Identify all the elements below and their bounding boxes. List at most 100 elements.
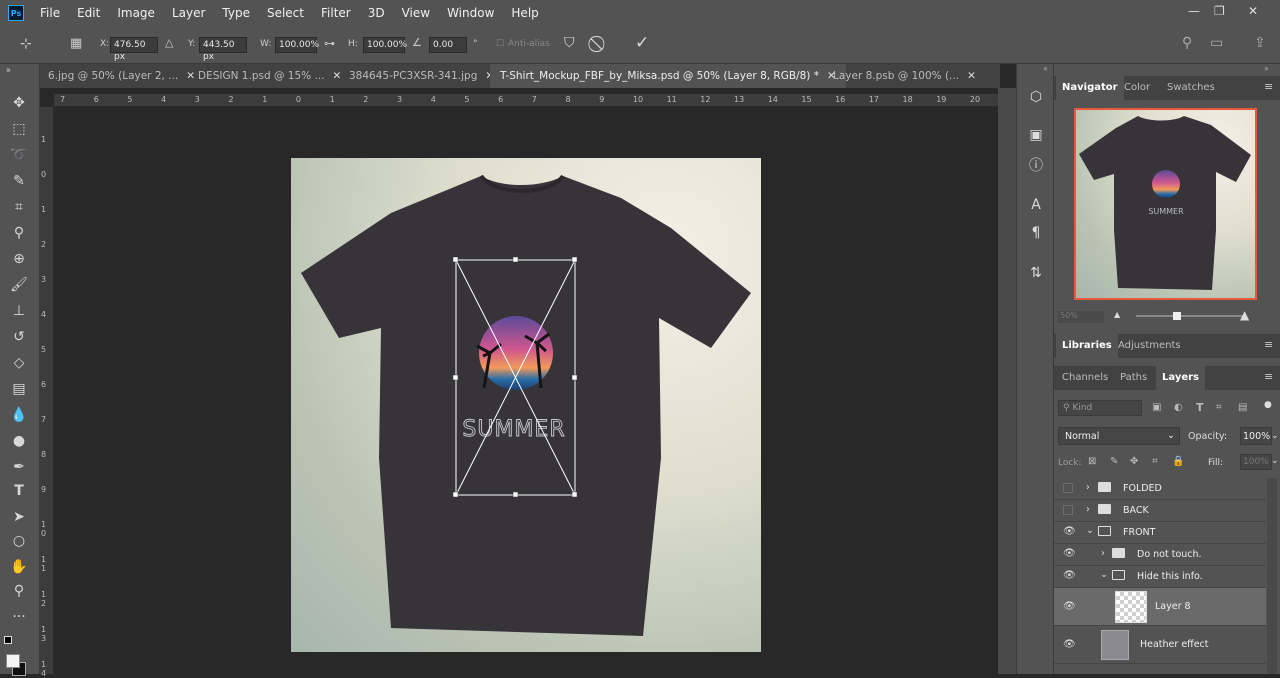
layer-filter-kind[interactable]: ⚲ Kind — [1058, 400, 1142, 416]
lock-position-icon[interactable]: ✥ — [1130, 456, 1138, 467]
tab-adjustments[interactable]: Adjustments — [1112, 334, 1187, 358]
layer-row-heather-effect[interactable]: 👁 Heather effect — [1054, 626, 1266, 664]
path-select-tool-icon[interactable]: ➤ — [8, 506, 30, 528]
commit-transform-icon[interactable]: ✓ — [635, 33, 649, 53]
tab-paths[interactable]: Paths — [1114, 366, 1153, 390]
angle-field[interactable]: 0.00 — [429, 37, 467, 53]
navigator-thumbnail[interactable]: SUMMER — [1074, 108, 1257, 300]
zoom-out-icon[interactable]: ▲ — [1114, 310, 1120, 319]
reference-point-icon[interactable]: ▦ — [70, 36, 82, 51]
eye-icon[interactable]: 👁 — [1063, 639, 1076, 651]
delta-icon[interactable]: △ — [165, 36, 173, 49]
hand-tool-icon[interactable]: ✋ — [8, 556, 30, 578]
blur-tool-icon[interactable]: 💧 — [8, 404, 30, 426]
navigator-zoom-field[interactable]: 50% — [1058, 311, 1104, 323]
tab-384645[interactable]: 384645-PC3XSR-341.jpg✕ — [349, 64, 494, 88]
default-colors-icon[interactable] — [4, 636, 12, 644]
zoom-tool-icon[interactable]: ⚲ — [8, 580, 30, 602]
menu-image[interactable]: Image — [117, 6, 155, 20]
minimize-icon[interactable]: — — [1188, 4, 1200, 18]
lasso-tool-icon[interactable]: ➰ — [8, 144, 30, 166]
history-icon[interactable]: ▣ — [1027, 126, 1045, 144]
menu-layer[interactable]: Layer — [172, 6, 205, 20]
healing-tool-icon[interactable]: ⊕ — [8, 248, 30, 270]
layer-row-front[interactable]: 👁 ⌄ FRONT — [1054, 522, 1266, 544]
ellipse-tool-icon[interactable]: ○ — [8, 530, 30, 552]
libraries-menu-icon[interactable]: ≡ — [1264, 338, 1273, 351]
search-icon[interactable]: ⚲ — [1182, 35, 1192, 51]
info-icon[interactable]: ⓘ — [1027, 156, 1045, 174]
filter-shape-icon[interactable]: ⌗ — [1216, 402, 1222, 413]
height-field[interactable]: 100.00% — [363, 37, 407, 53]
foreground-color-swatch[interactable] — [6, 654, 20, 668]
stamp-tool-icon[interactable]: ⊥ — [8, 300, 30, 322]
layer-row-folded[interactable]: › FOLDED — [1054, 478, 1266, 500]
restore-icon[interactable]: ❐ — [1214, 4, 1225, 18]
fill-field[interactable]: 100% — [1240, 454, 1272, 470]
close-icon[interactable]: ✕ — [1248, 4, 1258, 18]
opacity-chevron-icon[interactable]: ⌄ — [1271, 431, 1279, 441]
strip-collapse-icon[interactable]: « — [1043, 64, 1048, 73]
eye-icon[interactable]: 👁 — [1063, 570, 1076, 582]
layer-row-do-not-touch[interactable]: 👁 › Do not touch. — [1054, 544, 1266, 566]
tab-navigator[interactable]: Navigator — [1056, 76, 1124, 100]
document-canvas[interactable]: SUMMER — [291, 158, 761, 652]
layer-row-hide-this-info[interactable]: 👁 ⌄ Hide this info. — [1054, 566, 1266, 588]
tab-swatches[interactable]: Swatches — [1161, 76, 1221, 100]
tab-layers[interactable]: Layers — [1156, 366, 1205, 390]
filter-toggle-icon[interactable]: ● — [1264, 400, 1272, 410]
properties-icon[interactable]: ⇅ — [1027, 264, 1045, 282]
width-field[interactable]: 100.00% — [275, 37, 319, 53]
zoom-in-icon[interactable]: ▲ — [1240, 308, 1249, 322]
menu-type[interactable]: Type — [222, 6, 250, 20]
visibility-toggle[interactable] — [1063, 483, 1073, 493]
close-tab-icon[interactable]: ✕ — [967, 70, 976, 82]
move-tool-icon[interactable]: ✥ — [8, 92, 30, 114]
warp-icon[interactable]: ⛉ — [564, 35, 575, 51]
share-icon[interactable]: ⇪ — [1254, 35, 1266, 51]
marquee-tool-icon[interactable]: ⬚ — [8, 118, 30, 140]
menu-edit[interactable]: Edit — [77, 6, 100, 20]
blend-mode-select[interactable]: Normal ⌄ — [1058, 427, 1180, 445]
eye-icon[interactable]: 👁 — [1063, 548, 1076, 560]
eye-icon[interactable]: 👁 — [1063, 601, 1076, 613]
chevron-down-icon[interactable]: ⌄ — [1100, 569, 1108, 580]
opacity-field[interactable]: 100% — [1240, 427, 1272, 445]
eye-icon[interactable]: 👁 — [1063, 526, 1076, 538]
workspace-icon[interactable]: ▭ — [1210, 35, 1223, 51]
panel-menu-icon[interactable]: ≡ — [1264, 80, 1273, 93]
navigator-zoom-slider[interactable] — [1136, 315, 1246, 317]
quick-select-tool-icon[interactable]: ✎ — [8, 170, 30, 192]
gradient-tool-icon[interactable]: ▤ — [8, 378, 30, 400]
filter-adjustment-icon[interactable]: ◐ — [1174, 402, 1183, 413]
menu-select[interactable]: Select — [267, 6, 304, 20]
lock-artboard-icon[interactable]: ⌗ — [1152, 456, 1158, 467]
menu-3d[interactable]: 3D — [368, 6, 385, 20]
menu-view[interactable]: View — [402, 6, 430, 20]
filter-type-icon[interactable]: T — [1196, 401, 1204, 414]
layer-row-back[interactable]: › BACK — [1054, 500, 1266, 522]
x-field[interactable]: 476.50 px — [110, 37, 158, 62]
brush-tool-icon[interactable]: 🖌 — [8, 274, 30, 296]
link-icon[interactable]: ⊶ — [324, 37, 335, 50]
tab-libraries[interactable]: Libraries — [1056, 334, 1118, 358]
panels-collapse-icon[interactable]: » — [1264, 64, 1269, 73]
menu-help[interactable]: Help — [511, 6, 538, 20]
layers-menu-icon[interactable]: ≡ — [1264, 370, 1273, 383]
eraser-tool-icon[interactable]: ◇ — [8, 352, 30, 374]
3d-icon[interactable]: ⬡ — [1027, 88, 1045, 106]
menu-filter[interactable]: Filter — [321, 6, 351, 20]
chevron-right-icon[interactable]: › — [1086, 482, 1090, 493]
y-field[interactable]: 443.50 px — [199, 37, 247, 62]
crop-tool-icon[interactable]: ⌗ — [8, 196, 30, 218]
filter-pixel-icon[interactable]: ▣ — [1152, 402, 1161, 413]
tab-color[interactable]: Color — [1118, 76, 1156, 100]
fill-chevron-icon[interactable]: ⌄ — [1271, 456, 1279, 466]
more-tools-icon[interactable]: ··· — [8, 606, 30, 628]
lock-all-icon[interactable]: 🔒 — [1172, 456, 1184, 467]
paragraph-icon[interactable]: ¶ — [1027, 224, 1045, 242]
chevron-right-icon[interactable]: › — [1086, 504, 1090, 515]
tab-tshirt-mockup[interactable]: T-Shirt_Mockup_FBF_by_Miksa.psd @ 50% (L… — [490, 64, 846, 88]
pen-tool-icon[interactable]: ✒ — [8, 456, 30, 478]
history-brush-tool-icon[interactable]: ↺ — [8, 326, 30, 348]
